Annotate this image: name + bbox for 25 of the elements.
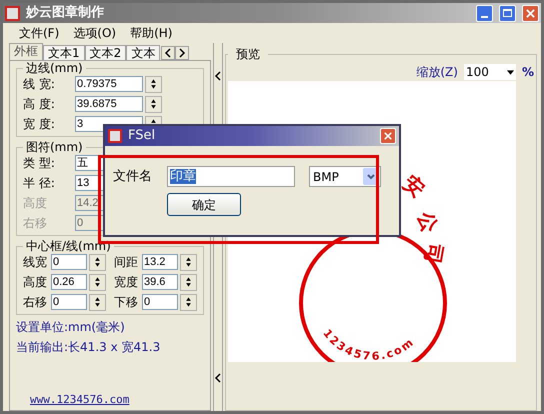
field-label: 右移: [23, 294, 47, 311]
field-label: 线宽: [23, 254, 47, 271]
field-label: 高度: [23, 195, 48, 212]
group-title: 边线(mm): [25, 61, 84, 75]
field-label: 高 度:: [23, 96, 56, 113]
field-label: 宽度: [114, 274, 138, 291]
field-label: 半 径:: [23, 175, 56, 192]
group-title: 预览: [235, 46, 261, 63]
field-label: 类 型:: [23, 155, 56, 172]
field-label: 宽 度:: [23, 116, 56, 133]
info-text: 设置单位:mm(毫米): [16, 319, 126, 336]
group-title: 图符(mm): [25, 140, 84, 154]
zoom-unit: %: [522, 64, 534, 81]
field-label: 右移: [23, 215, 48, 232]
field-label: 文件名: [113, 168, 153, 186]
stamp-text: 安: [398, 170, 430, 202]
window-title: 妙云图章制作: [26, 4, 104, 22]
field-label: 下移: [114, 294, 138, 311]
stamp-text: 公: [413, 208, 443, 236]
field-label: 间距: [114, 254, 138, 271]
dialog-title: FSel: [128, 127, 156, 146]
info-text: 当前输出:长41.3 x 宽41.3: [16, 339, 162, 356]
field-label: 高度: [23, 274, 47, 291]
field-label: 线 宽:: [23, 76, 56, 93]
zoom-label: 缩放(Z): [416, 64, 458, 81]
